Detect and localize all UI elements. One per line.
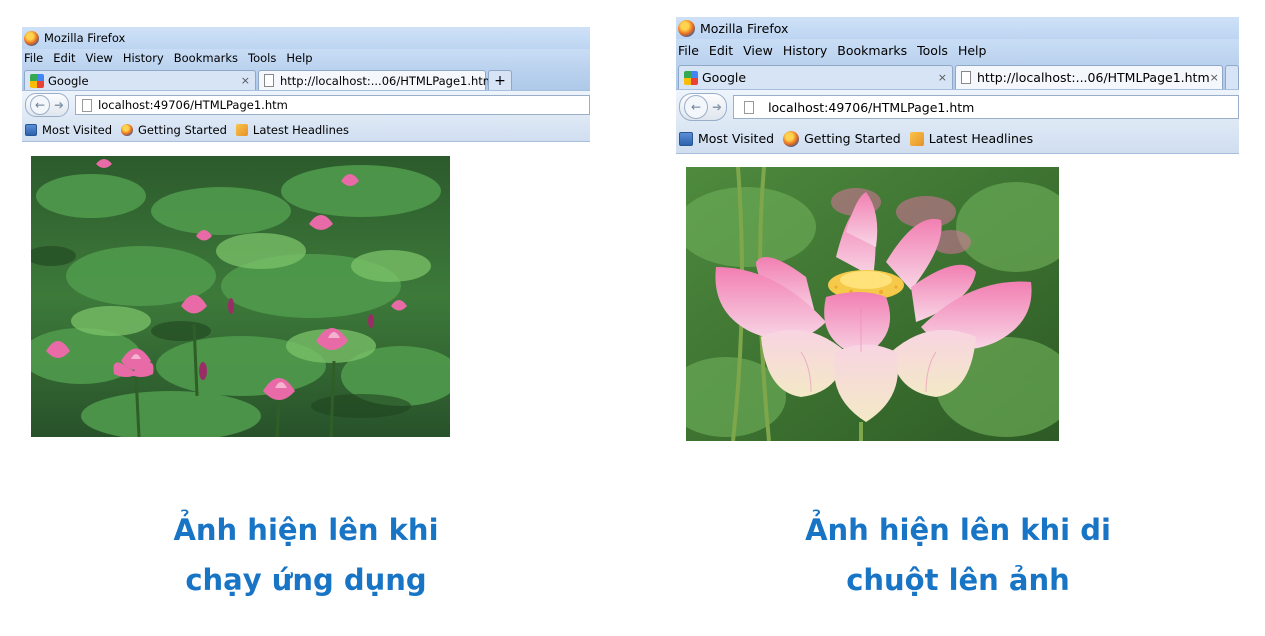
menu-edit[interactable]: Edit [709,43,733,58]
tab-label: Google [48,73,89,88]
bookmark-latest-headlines[interactable]: Latest Headlines [235,123,349,137]
url-bar[interactable]: localhost:49706/HTMLPage1.htm [75,95,590,115]
menu-view[interactable]: View [86,51,113,65]
getting-started-icon [783,130,800,147]
right-caption: Ảnh hiện lên khi di chuột lên ảnh [748,505,1168,605]
close-tab-icon[interactable]: × [938,71,947,84]
window-title: Mozilla Firefox [700,20,789,36]
tab-label: http://localhost:...06/HTMLPage1.htm [977,70,1210,85]
bookmark-label: Latest Headlines [928,131,1034,146]
back-forward-buttons[interactable]: ← ➜ [25,93,70,117]
window-title: Mozilla Firefox [44,31,126,45]
back-arrow-icon[interactable]: ← [684,95,708,119]
menu-view[interactable]: View [743,43,773,58]
menu-history[interactable]: History [783,43,827,58]
tab-htmlpage[interactable]: http://localhost:...06/HTMLPage1.htm × [258,70,503,90]
url-text: localhost:49706/HTMLPage1.htm [768,99,975,115]
bookmarks-toolbar: Most Visited Getting Started Latest Head… [22,119,590,142]
menu-file[interactable]: File [678,43,699,58]
url-bar[interactable]: localhost:49706/HTMLPage1.htm [733,95,1239,119]
menu-help[interactable]: Help [958,43,987,58]
right-caption-line2: chuột lên ảnh [846,563,1070,597]
menu-edit[interactable]: Edit [53,51,75,65]
navigation-bar: ← ➜ localhost:49706/HTMLPage1.htm [676,89,1239,124]
close-tab-icon[interactable]: × [241,74,250,87]
menu-bar: File Edit View History Bookmarks Tools H… [22,49,590,67]
left-browser-window: Mozilla Firefox File Edit View History B… [22,27,590,142]
bookmark-label: Most Visited [698,131,775,146]
lotus-pond-image[interactable] [31,156,450,437]
page-icon [961,71,971,84]
google-favicon [684,70,698,85]
bookmarks-toolbar: Most Visited Getting Started Latest Head… [676,124,1239,154]
menu-file[interactable]: File [24,51,43,65]
tab-bar: Google × http://localhost:...06/HTMLPage… [22,67,590,90]
navigation-bar: ← ➜ localhost:49706/HTMLPage1.htm [22,90,590,119]
new-tab-button[interactable]: + [488,70,512,90]
url-text: localhost:49706/HTMLPage1.htm [98,98,288,112]
bookmark-label: Most Visited [42,123,112,137]
menu-bar: File Edit View History Bookmarks Tools H… [676,39,1239,61]
getting-started-icon [121,124,133,136]
firefox-icon [24,30,39,46]
menu-help[interactable]: Help [286,51,312,65]
rss-feed-icon [909,131,924,146]
forward-arrow-icon[interactable]: ➜ [54,98,64,112]
lotus-flower-image[interactable] [686,167,1059,441]
left-caption-line2: chạy ứng dụng [185,563,427,597]
firefox-icon [678,19,695,37]
tab-bar: Google × http://localhost:...06/HTMLPage… [676,61,1239,89]
right-caption-line1: Ảnh hiện lên khi di [805,513,1111,547]
bookmark-label: Latest Headlines [252,123,349,137]
page-icon [744,100,755,114]
tab-google[interactable]: Google × [678,65,953,89]
menu-bookmarks[interactable]: Bookmarks [837,43,907,58]
most-visited-icon [679,131,693,146]
tab-htmlpage[interactable]: http://localhost:...06/HTMLPage1.htm × [955,65,1223,89]
menu-tools[interactable]: Tools [248,51,276,65]
bookmark-most-visited[interactable]: Most Visited [25,123,112,137]
bookmark-label: Getting Started [138,123,227,137]
tab-google[interactable]: Google × [24,70,256,90]
forward-arrow-icon[interactable]: ➜ [712,100,722,114]
close-tab-icon[interactable]: × [1210,71,1219,84]
title-bar: Mozilla Firefox [676,17,1239,39]
most-visited-icon [25,124,37,136]
right-browser-window: Mozilla Firefox File Edit View History B… [676,17,1239,154]
left-caption-line1: Ảnh hiện lên khi [173,513,439,547]
tab-label: Google [702,70,747,85]
left-caption: Ảnh hiện lên khi chạy ứng dụng [106,505,506,605]
menu-bookmarks[interactable]: Bookmarks [174,51,238,65]
menu-history[interactable]: History [123,51,164,65]
tab-label: http://localhost:...06/HTMLPage1.htm [280,73,495,88]
page-icon [264,74,274,87]
bookmark-getting-started[interactable]: Getting Started [121,123,227,137]
rss-feed-icon [235,124,248,136]
title-bar: Mozilla Firefox [22,27,590,49]
back-arrow-icon[interactable]: ← [30,95,50,115]
bookmark-getting-started[interactable]: Getting Started [783,130,901,147]
back-forward-buttons[interactable]: ← ➜ [679,93,728,121]
menu-tools[interactable]: Tools [917,43,948,58]
new-tab-button[interactable] [1225,65,1239,89]
page-icon [82,98,93,112]
google-favicon [30,73,44,88]
bookmark-latest-headlines[interactable]: Latest Headlines [909,131,1034,146]
bookmark-label: Getting Started [804,131,901,146]
bookmark-most-visited[interactable]: Most Visited [679,131,774,146]
